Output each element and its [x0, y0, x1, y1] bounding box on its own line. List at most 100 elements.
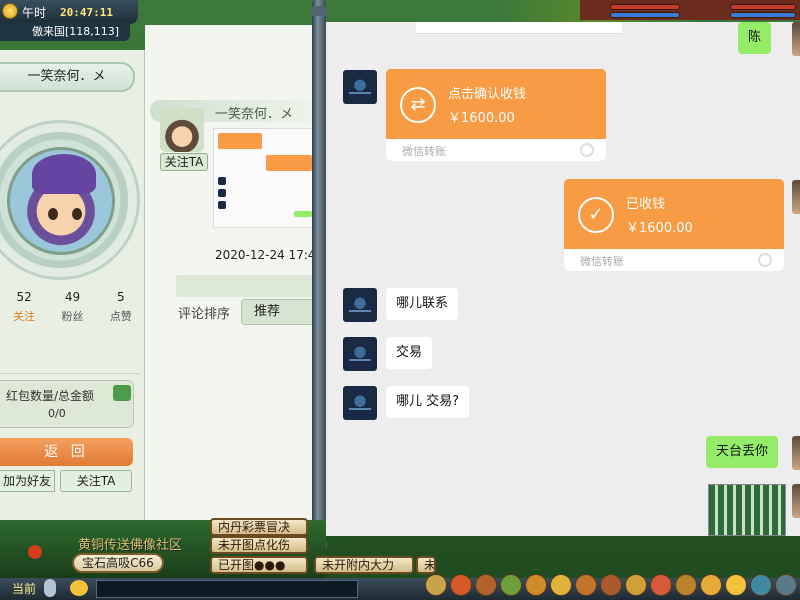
avatar[interactable]	[7, 147, 115, 255]
feed-comment-bar[interactable]	[176, 275, 315, 297]
back-button[interactable]: 返 回	[0, 438, 133, 466]
my-avatar	[792, 484, 800, 518]
thumb-avatar	[218, 189, 226, 197]
profile-stats: 52 关注 49 粉丝 5 点赞	[0, 290, 145, 330]
bag-icon[interactable]	[475, 574, 497, 596]
image-message[interactable]	[708, 484, 786, 536]
chat-channel-label[interactable]: 当前	[12, 580, 36, 597]
feed-panel: 一笑奈何．メ 关注TA 2020-12-24 17:4 评论排序 推荐	[145, 25, 316, 520]
profile-name: 一笑奈何．メ	[0, 62, 135, 92]
chat-bubble-right: 陈	[738, 22, 772, 54]
stall-sign[interactable]: 已开图●●●	[210, 556, 308, 574]
contact-avatar[interactable]	[343, 386, 377, 420]
close-icon[interactable]	[28, 545, 42, 559]
stat-likes-label: 点赞	[109, 310, 132, 323]
npc-name-label[interactable]: 黄铜传送佛像社区	[78, 534, 182, 553]
transfer-amount: ￥1600.00	[448, 111, 515, 126]
transfer-title: 点击确认收钱	[448, 87, 527, 102]
stat-likes-num: 5	[117, 290, 125, 304]
thumbs-up-icon[interactable]	[113, 385, 131, 401]
mail-icon[interactable]	[600, 574, 622, 596]
shield-icon	[580, 143, 594, 157]
feed-username: 一笑奈何．メ	[215, 107, 294, 122]
gem-stall-label[interactable]: 宝石高吸C66	[72, 553, 164, 573]
thumb-orange-card	[218, 133, 262, 149]
thumb-avatar	[218, 177, 226, 185]
pet-hp-bar	[730, 4, 796, 10]
transfer-footer: 微信转账	[386, 139, 606, 161]
stall-sign[interactable]: 未开图点化伤	[210, 536, 308, 554]
sword-icon[interactable]	[425, 574, 447, 596]
system-icon[interactable]	[700, 574, 722, 596]
chat-bubble-left: 交易	[386, 337, 433, 369]
time-display: 午时 20:47:11	[0, 0, 138, 24]
sort-select[interactable]: 推荐	[241, 299, 315, 325]
stat-following-label: 关注	[13, 310, 36, 323]
follow-button[interactable]: 关注TA	[60, 470, 132, 492]
contact-avatar[interactable]	[343, 337, 377, 371]
transfer-card-left[interactable]: ⇄ 点击确认收钱 ￥1600.00 微信转账	[386, 69, 606, 161]
team-icon[interactable]	[500, 574, 522, 596]
check-icon: ✓	[578, 197, 614, 233]
friend-icon[interactable]	[550, 574, 572, 596]
avatar-eye-right	[72, 208, 82, 220]
location-display: 傲来国[118,113]	[0, 22, 130, 41]
add-friend-button[interactable]: 加为好友	[0, 470, 55, 492]
transfer-footer-label: 微信转账	[402, 145, 446, 158]
frame-pole	[311, 0, 327, 560]
sun-icon	[2, 3, 18, 19]
pet-icon[interactable]	[525, 574, 547, 596]
microphone-icon[interactable]	[44, 579, 56, 597]
profile-panel: 一笑奈何．メ 52 关注 49 粉丝 5 点赞 红包数量/总金额 0/0 返 回…	[0, 50, 145, 520]
stat-likes[interactable]: 5 点赞	[97, 290, 145, 330]
transfer-amount: ￥1600.00	[626, 221, 693, 236]
contact-avatar[interactable]	[343, 288, 377, 322]
settings-icon[interactable]	[750, 574, 772, 596]
redpack-summary: 红包数量/总金额 0/0	[0, 380, 134, 428]
shop-icon[interactable]	[650, 574, 672, 596]
feed-date: 2020-12-24 17:4	[215, 248, 316, 262]
pet-mp-bar	[730, 12, 796, 18]
transfer-footer-label: 微信转账	[580, 255, 624, 268]
avatar-frame	[0, 120, 140, 280]
avatar-hair	[32, 154, 96, 194]
thumb-avatar	[218, 201, 226, 209]
skill-icon[interactable]	[450, 574, 472, 596]
my-avatar	[792, 180, 800, 214]
guild-icon[interactable]	[625, 574, 647, 596]
emoji-icon[interactable]	[70, 580, 88, 596]
stall-sign[interactable]: 未开附内大力	[314, 556, 414, 574]
divider	[0, 373, 140, 374]
chat-bubble-left: 哪儿联系	[386, 288, 459, 320]
thumb-orange-card	[266, 155, 312, 171]
stat-fans-num: 49	[64, 290, 81, 304]
contact-avatar[interactable]	[343, 70, 377, 104]
quest-icon[interactable]	[575, 574, 597, 596]
transfer-title: 已收钱	[626, 197, 666, 212]
feed-post-image[interactable]	[213, 128, 315, 228]
stat-following[interactable]: 52 关注	[0, 290, 48, 330]
stat-following-num: 52	[16, 290, 32, 304]
stat-fans[interactable]: 49 粉丝	[48, 290, 96, 330]
feed-avatar[interactable]	[160, 108, 204, 152]
chat-panel: 陈 ⇄ 点击确认收钱 ￥1600.00 微信转账 ✓ 已收钱 ￥1600.00 …	[326, 22, 800, 536]
hp-bar	[610, 4, 680, 10]
mood-icon[interactable]	[725, 574, 747, 596]
mp-bar	[610, 12, 680, 18]
menu-icon[interactable]	[775, 574, 797, 596]
game-toolbar	[425, 574, 800, 600]
stall-sign[interactable]: 内丹彩票冒决	[210, 518, 308, 536]
redpack-value: 0/0	[48, 407, 66, 420]
avatar-eye-left	[48, 208, 58, 220]
stall-sign[interactable]: 未	[416, 556, 436, 574]
sort-label: 评论排序	[178, 307, 231, 322]
chat-bubble-left: 哪儿 交易?	[386, 386, 470, 418]
transfer-card-right[interactable]: ✓ 已收钱 ￥1600.00 微信转账	[564, 179, 784, 271]
map-icon[interactable]	[675, 574, 697, 596]
feed-follow-button[interactable]: 关注TA	[160, 153, 208, 171]
my-avatar	[792, 22, 800, 56]
chat-bubble-right: 天台丢你	[706, 436, 779, 468]
transfer-arrows-icon: ⇄	[400, 87, 436, 123]
status-bars	[580, 0, 800, 20]
chat-input[interactable]	[96, 580, 358, 598]
